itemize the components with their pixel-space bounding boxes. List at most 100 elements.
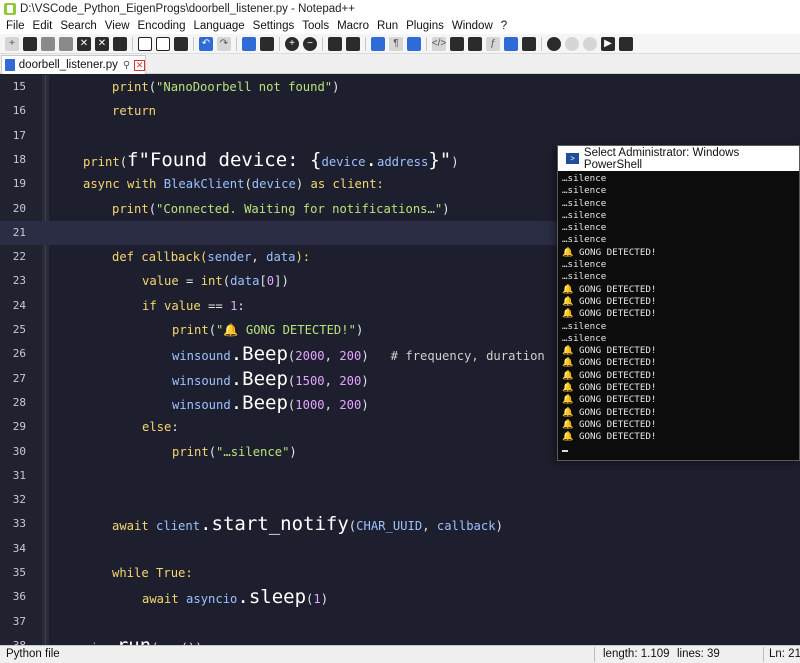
console-line: …silence bbox=[562, 332, 607, 344]
token: data bbox=[230, 274, 260, 289]
token: ) bbox=[451, 154, 459, 169]
console-line: …silence bbox=[562, 185, 607, 197]
line-text: if value == 1: bbox=[142, 294, 245, 318]
menu-window[interactable]: Window bbox=[448, 20, 497, 32]
token: as bbox=[310, 177, 326, 192]
menu-edit[interactable]: Edit bbox=[29, 20, 57, 32]
token: ) bbox=[361, 349, 369, 364]
macro-save-icon[interactable] bbox=[619, 36, 633, 51]
macro-record-icon[interactable] bbox=[547, 36, 561, 51]
tab-doorbell-listener[interactable]: doorbell_listener.py ⚲ ✕ bbox=[1, 55, 146, 74]
code-line[interactable]: 15 print("NanoDoorbell not found") bbox=[0, 75, 800, 99]
line-number: 34 bbox=[12, 541, 26, 555]
token: ( bbox=[222, 274, 231, 289]
token: 1500 bbox=[295, 373, 325, 388]
toolbar: + ✕ ✕ ↶ ↷ + − ¶ </> ƒ ▶ bbox=[0, 34, 800, 54]
token: , bbox=[324, 349, 340, 364]
open-file-icon[interactable] bbox=[23, 36, 37, 51]
code-line[interactable]: 36 await asyncio.sleep(1) bbox=[0, 585, 800, 609]
token: ) bbox=[320, 592, 329, 607]
macro-run-multiple-icon[interactable]: ▶ bbox=[601, 36, 615, 51]
line-number: 17 bbox=[12, 128, 26, 142]
powershell-window[interactable]: > Select Administrator: Windows PowerShe… bbox=[557, 145, 800, 461]
token: return bbox=[112, 104, 157, 119]
code-line[interactable]: 31 bbox=[0, 464, 800, 488]
token: winsound bbox=[172, 349, 231, 364]
doc-map-icon[interactable] bbox=[450, 36, 464, 51]
line-number: 38 bbox=[0, 634, 26, 645]
menu-file[interactable]: File bbox=[2, 20, 29, 32]
function-list-icon[interactable] bbox=[468, 36, 482, 51]
token: ) bbox=[442, 201, 450, 216]
code-line[interactable]: 38 asyncio.run(run()) bbox=[0, 634, 800, 645]
token: , bbox=[251, 250, 267, 265]
zoom-out-icon[interactable]: − bbox=[303, 36, 317, 51]
macro-stop-icon[interactable] bbox=[565, 36, 579, 51]
menu-search[interactable]: Search bbox=[56, 20, 100, 32]
console-line: …silence bbox=[562, 259, 607, 271]
token: ( bbox=[244, 177, 252, 192]
word-wrap-icon[interactable] bbox=[371, 36, 385, 51]
menu-view[interactable]: View bbox=[101, 20, 134, 32]
pin-icon[interactable]: ⚲ bbox=[123, 60, 130, 71]
find-icon[interactable] bbox=[242, 36, 256, 51]
udl-icon[interactable]: </> bbox=[432, 36, 446, 51]
code-line[interactable]: 33 await client.start_notify(CHAR_UUID, … bbox=[0, 512, 800, 536]
menu-macro[interactable]: Macro bbox=[333, 20, 373, 32]
menu-encoding[interactable]: Encoding bbox=[134, 20, 190, 32]
token: : bbox=[171, 420, 179, 435]
zoom-in-icon[interactable]: + bbox=[285, 36, 299, 51]
token: f"Found device: { bbox=[127, 148, 322, 171]
redo-icon[interactable]: ↷ bbox=[217, 36, 231, 51]
line-number: 36 bbox=[12, 590, 26, 604]
powershell-console[interactable]: …silence …silence …silence …silence …sil… bbox=[558, 171, 799, 452]
status-divider bbox=[594, 647, 595, 662]
paste-icon[interactable] bbox=[174, 36, 188, 51]
token: client bbox=[148, 519, 201, 534]
save-all-icon[interactable] bbox=[59, 36, 73, 51]
sync-scroll-h-icon[interactable] bbox=[346, 36, 360, 51]
undo-icon[interactable]: ↶ bbox=[199, 36, 213, 51]
token: while bbox=[112, 566, 149, 580]
console-line: 🔔 GONG DETECTED! bbox=[562, 308, 657, 320]
token: sleep bbox=[248, 586, 307, 609]
cut-icon[interactable] bbox=[138, 36, 152, 51]
close-icon[interactable]: ✕ bbox=[77, 36, 91, 51]
close-all-icon[interactable]: ✕ bbox=[95, 36, 109, 51]
print-icon[interactable] bbox=[113, 36, 127, 51]
monitoring-icon[interactable] bbox=[504, 36, 518, 51]
console-line: 🔔 GONG DETECTED! bbox=[562, 283, 657, 295]
eye-icon[interactable] bbox=[522, 36, 536, 51]
menu-settings[interactable]: Settings bbox=[249, 20, 299, 32]
line-text: def callback(sender, data): bbox=[112, 245, 310, 269]
menu-language[interactable]: Language bbox=[189, 20, 248, 32]
console-line: …silence bbox=[562, 320, 607, 332]
tab-close-icon[interactable]: ✕ bbox=[134, 59, 145, 71]
code-line[interactable]: 37 bbox=[0, 610, 800, 634]
code-line[interactable]: 16 return bbox=[0, 99, 800, 123]
menu-tools[interactable]: Tools bbox=[298, 20, 333, 32]
line-text: await asyncio.sleep(1) bbox=[142, 585, 328, 611]
token: ( bbox=[208, 323, 217, 337]
code-line[interactable]: 32 bbox=[0, 488, 800, 512]
title-bar[interactable]: D:\VSCode_Python_EigenProgs\doorbell_lis… bbox=[0, 0, 800, 18]
console-line: …silence bbox=[562, 197, 607, 209]
save-icon[interactable] bbox=[41, 36, 55, 51]
menu-plugins[interactable]: Plugins bbox=[402, 20, 448, 32]
token: await bbox=[142, 592, 179, 607]
menu-run[interactable]: Run bbox=[373, 20, 402, 32]
show-all-chars-icon[interactable]: ¶ bbox=[389, 36, 403, 51]
powershell-title-bar[interactable]: > Select Administrator: Windows PowerShe… bbox=[558, 146, 799, 171]
menu-help[interactable]: ? bbox=[497, 20, 511, 32]
sync-scroll-v-icon[interactable] bbox=[328, 36, 342, 51]
code-line[interactable]: 34 bbox=[0, 537, 800, 561]
folder-as-workspace-icon[interactable]: ƒ bbox=[486, 36, 500, 51]
replace-icon[interactable] bbox=[260, 36, 274, 51]
macro-play-icon[interactable] bbox=[583, 36, 597, 51]
indent-guide-icon[interactable] bbox=[407, 36, 421, 51]
console-line: 🔔 GONG DETECTED! bbox=[562, 406, 657, 418]
code-line[interactable]: 35 while True: bbox=[0, 561, 800, 585]
powershell-title: Select Administrator: Windows PowerShell bbox=[583, 146, 740, 171]
new-file-icon[interactable]: + bbox=[5, 36, 19, 51]
copy-icon[interactable] bbox=[156, 36, 170, 51]
